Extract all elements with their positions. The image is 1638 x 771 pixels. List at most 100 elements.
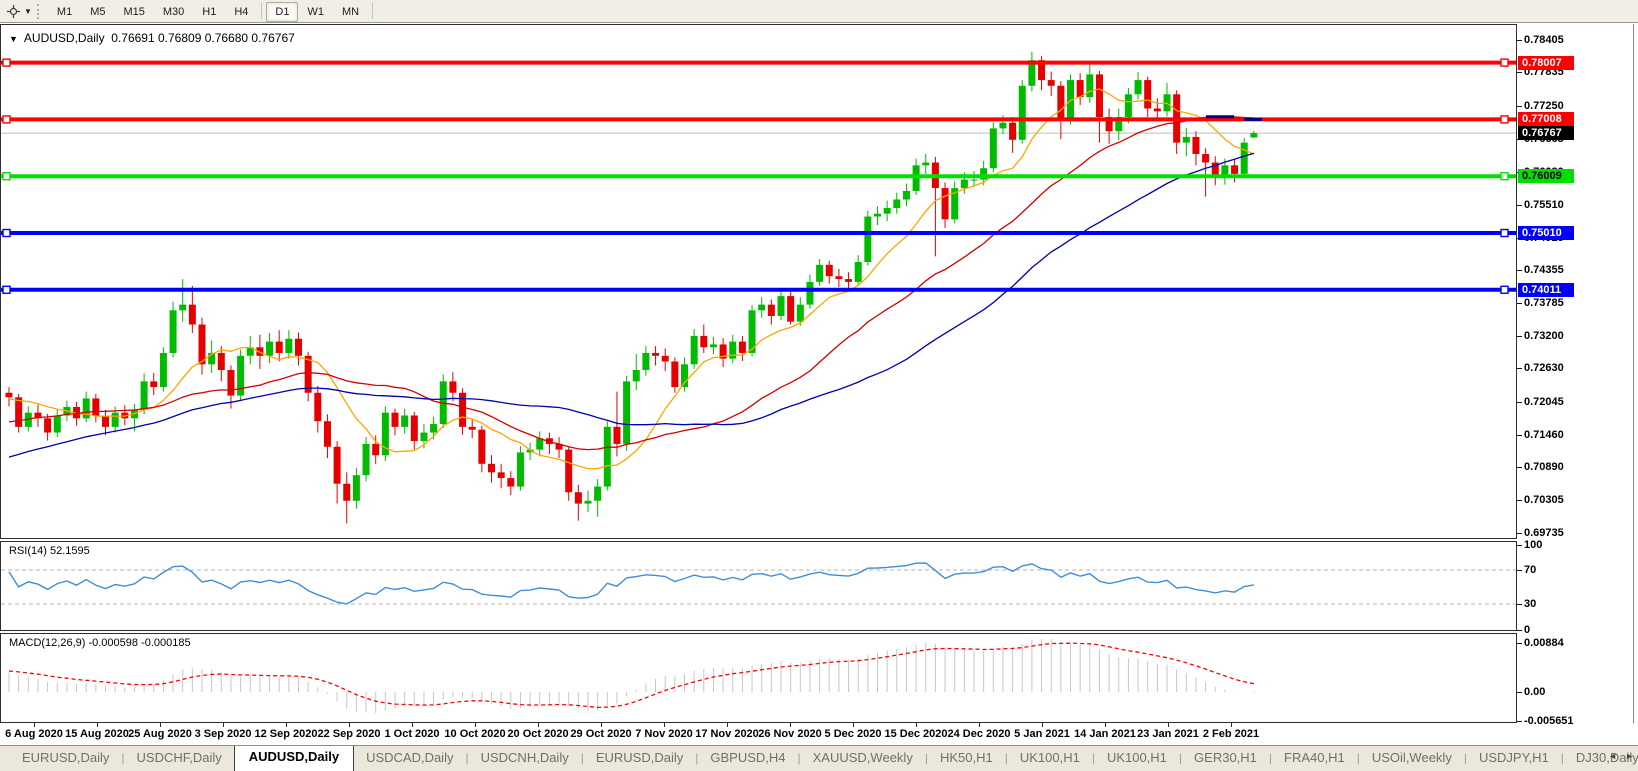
level-line-handle[interactable] <box>3 173 10 180</box>
level-line-handle[interactable] <box>3 230 10 237</box>
level-line-handle[interactable] <box>1501 173 1508 180</box>
chart-tab-ger30-h1[interactable]: GER30,H1 <box>1182 746 1269 771</box>
toolbar-grip-handle[interactable] <box>37 4 42 19</box>
price-axis-label: 0.69735 <box>1524 527 1564 539</box>
candle-body <box>710 344 717 347</box>
level-line-handle[interactable] <box>3 59 10 66</box>
candle-body <box>478 430 485 464</box>
level-price-badge: 0.74011 <box>1518 283 1574 297</box>
level-line-handle[interactable] <box>1501 230 1508 237</box>
rsi-axis-tick <box>1517 604 1522 605</box>
time-axis-tick <box>349 723 350 727</box>
chart-tab-xauusd-weekly[interactable]: XAUUSD,Weekly <box>801 746 925 771</box>
chart-tab-eurusd-daily[interactable]: EURUSD,Daily <box>10 746 121 771</box>
candle-body <box>971 180 978 181</box>
candle-body <box>199 325 206 365</box>
time-axis-tick <box>34 723 35 727</box>
price-axis[interactable]: 0.784050.778350.772500.766650.760800.755… <box>1517 24 1638 723</box>
candle-body <box>806 282 813 305</box>
candlestick-chart-canvas[interactable] <box>1 25 1516 538</box>
level-line-handle[interactable] <box>1501 286 1508 293</box>
candle-body <box>797 305 804 322</box>
macd-axis-tick <box>1517 721 1522 722</box>
time-axis-label: 3 Sep 2020 <box>195 728 252 740</box>
candle-body <box>141 381 148 409</box>
candle-body <box>594 487 601 501</box>
tab-scroll-left-icon[interactable]: ◄ <box>1608 751 1617 761</box>
chart-tab-uk100-h1[interactable]: UK100,H1 <box>1008 746 1092 771</box>
chart-tab-usdjpy-h1[interactable]: USDJPY,H1 <box>1467 746 1561 771</box>
level-line-handle[interactable] <box>1501 116 1508 123</box>
timeframe-button-d1[interactable]: D1 <box>266 2 298 22</box>
candle-body <box>372 444 379 455</box>
chart-tab-usdcnh-daily[interactable]: USDCNH,Daily <box>469 746 581 771</box>
candle-body <box>874 214 881 217</box>
level-line-handle[interactable] <box>3 286 10 293</box>
chart-tab-hk50-h1[interactable]: HK50,H1 <box>928 746 1005 771</box>
timeframe-button-h4[interactable]: H4 <box>225 2 257 22</box>
level-line-handle[interactable] <box>1501 59 1508 66</box>
chart-tab-gbpusd-h4[interactable]: GBPUSD,H4 <box>698 746 797 771</box>
macd-chart-canvas[interactable] <box>1 634 1516 722</box>
chart-tab-audusd-daily[interactable]: AUDUSD,Daily <box>234 745 354 771</box>
price-axis-tick <box>1517 336 1522 337</box>
rsi-indicator-panel[interactable]: RSI(14) 52.1595 <box>0 541 1517 631</box>
time-axis-tick <box>601 723 602 727</box>
candle-body <box>179 305 186 311</box>
timeframe-button-mn[interactable]: MN <box>333 2 368 22</box>
candle-body <box>1019 86 1026 140</box>
chart-tab-usdchf-daily[interactable]: USDCHF,Daily <box>125 746 234 771</box>
time-axis-tick <box>286 723 287 727</box>
timeframe-button-w1[interactable]: W1 <box>298 2 333 22</box>
chart-symbol-label: AUDUSD,Daily <box>24 31 105 45</box>
time-axis-label: 7 Nov 2020 <box>635 728 692 740</box>
time-axis-tick <box>475 723 476 727</box>
window-right-edge <box>1633 24 1634 723</box>
chart-tab-fra40-h1[interactable]: FRA40,H1 <box>1272 746 1357 771</box>
chart-tab-usdcad-daily[interactable]: USDCAD,Daily <box>354 746 465 771</box>
toolbar-dropdown-caret-icon[interactable]: ▼ <box>24 7 32 16</box>
tab-scroll-right-icon[interactable]: ► <box>1625 751 1634 761</box>
time-axis[interactable]: 6 Aug 202015 Aug 202025 Aug 20203 Sep 20… <box>0 723 1517 743</box>
candle-body <box>826 265 833 276</box>
price-axis-tick <box>1517 72 1522 73</box>
candle-body <box>565 450 572 493</box>
time-axis-label: 20 Oct 2020 <box>507 728 568 740</box>
candle-body <box>150 381 157 387</box>
time-axis-label: 6 Aug 2020 <box>5 728 63 740</box>
time-axis-label: 1 Oct 2020 <box>384 728 439 740</box>
rsi-line <box>9 563 1254 604</box>
macd-indicator-panel[interactable]: MACD(12,26,9) -0.000598 -0.000185 <box>0 633 1517 723</box>
timeframe-button-h1[interactable]: H1 <box>193 2 225 22</box>
candle-body <box>112 413 119 427</box>
chart-tab-eurusd-daily[interactable]: EURUSD,Daily <box>584 746 695 771</box>
candle-body <box>498 472 505 478</box>
timeframe-button-m1[interactable]: M1 <box>48 2 81 22</box>
candle-body <box>835 276 842 279</box>
candle-body <box>15 397 22 427</box>
chart-tab-usoil-weekly[interactable]: USOil,Weekly <box>1360 746 1464 771</box>
timeframe-button-m5[interactable]: M5 <box>81 2 114 22</box>
candle-body <box>884 208 891 214</box>
candle-body <box>893 199 900 208</box>
candle-body <box>961 180 968 189</box>
timeframe-button-m15[interactable]: M15 <box>114 2 153 22</box>
time-axis-tick <box>1168 723 1169 727</box>
candle-body <box>305 356 312 393</box>
candle-body <box>1135 80 1142 94</box>
level-line-handle[interactable] <box>3 116 10 123</box>
chart-ohlc-values: 0.76691 0.76809 0.76680 0.76767 <box>111 31 295 45</box>
timeframe-button-m30[interactable]: M30 <box>154 2 193 22</box>
time-axis-label: 12 Sep 2020 <box>255 728 318 740</box>
time-axis-tick <box>664 723 665 727</box>
candle-body <box>575 492 582 503</box>
rsi-chart-canvas[interactable] <box>1 542 1516 630</box>
chart-tab-uk100-h1[interactable]: UK100,H1 <box>1095 746 1179 771</box>
candle-body <box>343 484 350 501</box>
macd-axis-label: 0.00 <box>1524 686 1545 698</box>
chart-title-collapse-icon[interactable]: ▼ <box>9 34 18 44</box>
candle-body <box>1231 165 1238 174</box>
cursor-crosshair-icon[interactable] <box>5 3 21 19</box>
main-chart-panel[interactable]: ▼ AUDUSD,Daily 0.76691 0.76809 0.76680 0.… <box>0 24 1517 539</box>
candle-body <box>1154 109 1161 112</box>
